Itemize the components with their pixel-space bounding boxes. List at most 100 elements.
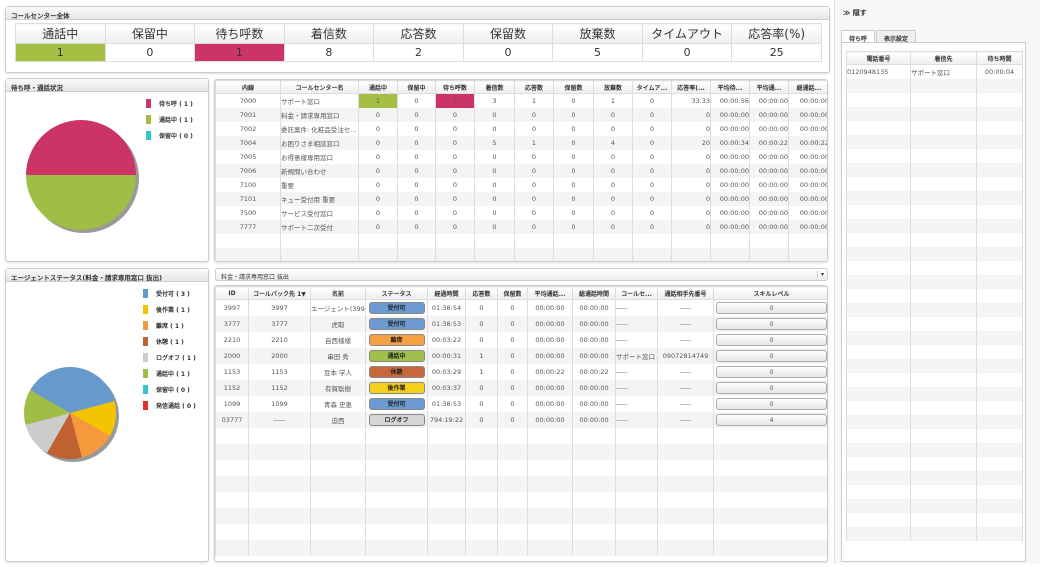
skill-level-button[interactable]: 0 [716,317,827,330]
column-header[interactable]: コールバック先 1▼ [248,286,311,300]
table-row[interactable] [846,442,1023,457]
column-header[interactable]: 平均待... [710,80,750,94]
table-row[interactable] [846,526,1023,541]
column-header[interactable]: コールセンター名 [280,80,359,94]
legend-item[interactable]: 通話中 ( 1 ) [143,365,196,381]
legend-item[interactable]: 受付可 ( 3 ) [143,285,196,301]
column-header[interactable]: ID [215,286,249,300]
table-row[interactable] [215,491,827,508]
column-header[interactable]: 経過時間 [427,286,466,300]
column-header[interactable]: 保留数 [497,286,528,300]
table-row[interactable] [846,204,1023,219]
table-row[interactable] [846,358,1023,373]
column-header[interactable]: 応答数 [465,286,498,300]
table-row[interactable]: 7500 サービス受付窓口 0 0 0 0 0 0 0 0 0 00:00:00 00:00:00 00:… [215,205,827,220]
column-header[interactable]: 放棄数 [593,80,633,94]
column-header[interactable]: 通話中 [358,80,398,94]
column-header[interactable]: 着信数 [474,80,515,94]
legend-item[interactable]: 待ち呼 ( 1 ) [146,95,193,111]
table-row[interactable]: 7005 お得意様専用窓口 0 0 0 0 0 0 0 0 0 00:00:00 00:00:00 00:… [215,149,827,164]
table-row[interactable] [846,246,1023,261]
table-row[interactable] [215,507,827,524]
column-header[interactable]: 内線 [215,80,281,94]
column-header[interactable]: 総通話... [788,80,827,94]
table-row[interactable] [846,512,1023,527]
legend-item[interactable]: 保留中 ( 0 ) [146,127,193,143]
legend-item[interactable]: 発信通話 ( 0 ) [143,397,196,413]
column-header[interactable]: 電話番号 [846,51,911,65]
table-row[interactable] [846,260,1023,275]
table-row[interactable] [846,414,1023,429]
column-header[interactable]: 総通話時間 [572,286,616,300]
column-header[interactable]: 応答数 [514,80,554,94]
table-row[interactable] [846,372,1023,387]
table-row[interactable]: 2210 2210 自西様様 離席 00:03:22 0 0 00:00:00 00:00:00… [215,331,827,348]
column-header[interactable]: 平均通話... [527,286,573,300]
column-header[interactable]: 保留数 [553,80,594,94]
table-row[interactable] [215,459,827,476]
table-row[interactable]: 7000 サポート窓口 1 0 1 3 1 0 1 0 33.33 00:00:56 00:00:00 0… [215,93,827,108]
skill-level-button[interactable]: 0 [716,333,827,346]
table-row[interactable] [215,427,827,444]
column-header[interactable]: 待ち時間 [976,51,1023,65]
table-row[interactable] [215,539,827,556]
table-row[interactable] [215,247,827,261]
table-row[interactable] [846,148,1023,163]
table-row[interactable] [846,344,1023,359]
table-row[interactable]: 1153 1153 豆本 学人 休憩 00:03:29 1 0 00:00:22 00:00:2… [215,363,827,380]
table-row[interactable] [846,92,1023,107]
pie-slice[interactable] [26,175,136,230]
column-header[interactable]: 応答率(... [671,80,711,94]
table-row[interactable] [846,484,1023,499]
table-row[interactable] [846,106,1023,121]
status-button[interactable]: 受付可 [368,397,425,410]
column-header[interactable]: ステータス [365,286,428,300]
legend-item[interactable]: 休憩 ( 1 ) [143,333,196,349]
table-row[interactable]: 7006 新規問い合わせ 0 0 0 0 0 0 0 0 0 00:00:00 00:00:00 00:0… [215,163,827,178]
table-row[interactable]: 7101 キュー受付用 重要 0 0 0 0 0 0 0 0 0 00:00:00 00:00:00 00… [215,191,827,206]
chevron-down-icon[interactable]: ▾ [816,271,824,278]
table-row[interactable] [846,330,1023,345]
table-row[interactable]: 7002 委託案件: 化粧品受注セ... 0 0 0 0 0 0 0 0 0 00:00:00 00:0… [215,121,827,136]
status-button[interactable]: 離席 [368,333,425,346]
table-row[interactable] [846,498,1023,513]
legend-item[interactable]: 通話中 ( 1 ) [146,111,193,127]
table-row[interactable]: 0120948135 サポート窓口 00:00:04 [846,64,1023,79]
column-header[interactable]: タイムア... [632,80,672,94]
table-row[interactable] [846,288,1023,303]
table-row[interactable]: 03777 ----- 迫西 ログオフ 794:19:22 0 0 00:00:00 00:00… [215,411,827,428]
table-row[interactable] [846,190,1023,205]
table-row[interactable]: 7777 サポート二次受付 0 0 0 0 0 0 0 0 0 00:00:00 00:00:00 00:… [215,219,827,234]
table-row[interactable] [846,316,1023,331]
skill-level-button[interactable]: 4 [716,413,827,426]
legend-item[interactable]: 保留中 ( 0 ) [143,381,196,397]
table-row[interactable] [846,456,1023,471]
table-row[interactable] [846,218,1023,233]
skill-level-button[interactable]: 0 [716,349,827,362]
legend-item[interactable]: 離席 ( 1 ) [143,317,196,333]
status-button[interactable]: 後作業 [368,381,425,394]
table-row[interactable] [846,400,1023,415]
table-row[interactable] [846,120,1023,135]
column-header[interactable]: 名前 [310,286,366,300]
skill-level-button[interactable]: 0 [716,397,827,410]
table-row[interactable] [846,176,1023,191]
status-button[interactable]: 受付可 [368,317,425,330]
table-row[interactable] [846,386,1023,401]
status-button[interactable]: 通話中 [368,349,425,362]
table-row[interactable] [846,232,1023,247]
column-header[interactable]: スキルレベル [713,286,827,300]
table-row[interactable]: 7001 料金・請求専用窓口 0 0 0 0 0 0 0 0 0 00:00:00 00:00:00 00… [215,107,827,122]
table-row[interactable] [846,302,1023,317]
hide-button[interactable]: ≫ 隠す [843,8,867,18]
column-header[interactable]: コールセ... [615,286,658,300]
legend-item[interactable]: 後作業 ( 1 ) [143,301,196,317]
table-row[interactable] [846,470,1023,485]
table-row[interactable] [846,274,1023,289]
column-header[interactable]: 保留中 [397,80,436,94]
column-header[interactable]: 平均通... [749,80,789,94]
table-row[interactable]: 1152 1152 有賀聡樹 後作業 00:03:37 0 0 00:00:00 00:00:0… [215,379,827,396]
table-row[interactable]: 7004 お困りさま相談窓口 0 0 0 5 1 0 4 0 20 00:00:34 00:00:22 0… [215,135,827,150]
table-row[interactable]: 3777 3777 虎取 受付可 01:38:53 0 0 00:00:00 00:00:00-… [215,315,827,332]
table-row[interactable] [215,233,827,248]
